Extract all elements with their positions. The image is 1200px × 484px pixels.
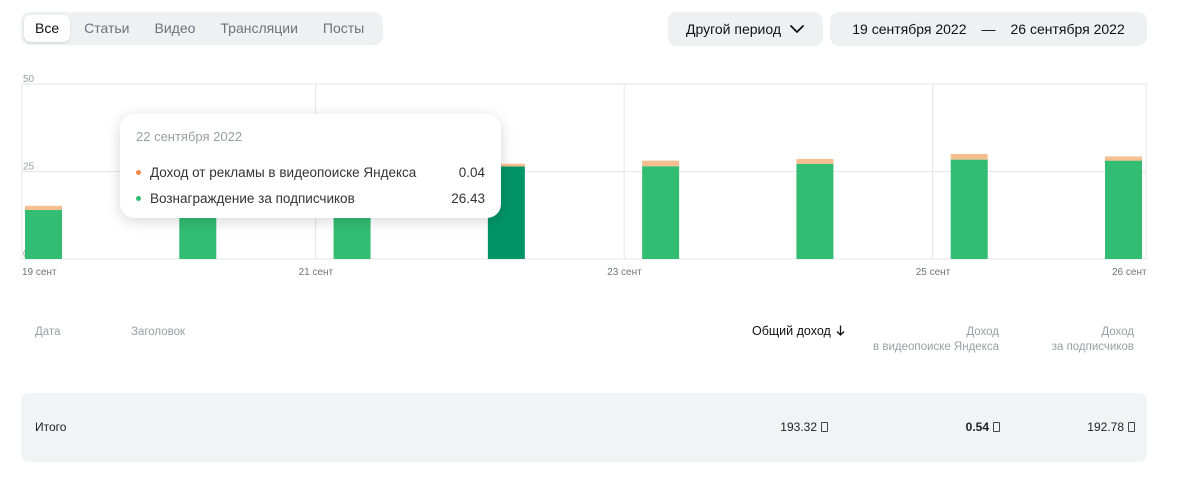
x-tick-label: 21 сент <box>299 267 334 278</box>
total-label: Итого <box>35 420 67 434</box>
x-tick-label: 25 сент <box>916 267 951 278</box>
tab-articles[interactable]: Статьи <box>73 15 140 42</box>
tooltip-subs-value: 26.43 <box>451 190 485 206</box>
x-tick-label: 23 сент <box>607 267 642 278</box>
tooltip-ads-label: Доход от рекламы в видеопоиске Яндекса <box>150 164 417 180</box>
currency-icon <box>993 422 1000 432</box>
y-tick-label: 25 <box>23 162 35 173</box>
bar-subscribers <box>642 166 680 259</box>
total-subs-cell: 192.78 <box>1087 393 1135 462</box>
header-title[interactable]: Заголовок <box>131 325 185 340</box>
header-subs-line2: за подписчиков <box>1051 341 1134 353</box>
arrow-down-icon <box>836 325 845 336</box>
bar-ads <box>796 158 834 164</box>
tooltip-date: 22 сентября 2022 <box>136 129 243 144</box>
date-to: 26 сентября 2022 <box>1010 21 1125 37</box>
bar-ads <box>642 160 680 167</box>
subs-legend-dot <box>136 195 141 201</box>
header-total-label: Общий доход <box>752 324 831 338</box>
period-label: Другой период <box>685 21 782 37</box>
content-type-tabs: Все Статьи Видео Трансляции Посты <box>21 12 383 45</box>
total-ads-value: 0.54 <box>965 420 989 434</box>
tooltip-subs-label: Вознаграждение за подписчиков <box>150 190 355 206</box>
tooltip-row-subs: Вознаграждение за подписчиков 26.43 <box>136 185 485 211</box>
y-tick-label: 50 <box>23 74 35 85</box>
x-tick-label: 26 сент <box>1112 267 1147 278</box>
header-ads-income[interactable]: Доход в видеопоиске Яндекса <box>873 325 999 355</box>
tab-posts[interactable]: Посты <box>312 15 375 42</box>
bar-ads <box>950 154 988 160</box>
header-subs-income[interactable]: Доход за подписчиков <box>1052 325 1134 355</box>
bar-subscribers <box>796 163 834 259</box>
total-subs-value: 192.78 <box>1087 420 1124 434</box>
currency-icon <box>1128 422 1135 432</box>
header-total-income[interactable]: Общий доход <box>752 324 845 339</box>
tooltip-ads-value: 0.04 <box>458 164 485 180</box>
x-tick-label: 19 сент <box>22 267 57 278</box>
bar-ads <box>1105 156 1142 161</box>
tab-streams[interactable]: Трансляции <box>209 15 308 42</box>
period-dropdown[interactable]: Другой период <box>668 12 823 46</box>
bar-subscribers <box>1105 160 1142 259</box>
date-from: 19 сентября 2022 <box>852 21 967 37</box>
chart-tooltip: 22 сентября 2022 Доход от рекламы в виде… <box>120 114 501 218</box>
header-date[interactable]: Дата <box>35 325 60 340</box>
tab-all[interactable]: Все <box>24 15 71 42</box>
tab-videos[interactable]: Видео <box>144 15 207 42</box>
ads-legend-dot <box>136 169 141 175</box>
currency-icon <box>821 422 828 432</box>
header-ads-line2: в видеопоиске Яндекса <box>873 341 999 353</box>
bar-subscribers <box>950 159 988 259</box>
header-subs-line1: Доход <box>1101 326 1134 338</box>
date-separator: — <box>981 21 996 37</box>
bar-subscribers <box>25 210 62 259</box>
total-income-value: 193.32 <box>780 420 817 434</box>
date-range-picker[interactable]: 19 сентября 2022 — 26 сентября 2022 <box>830 12 1147 46</box>
total-income-cell: 193.32 <box>780 393 828 462</box>
bar-ads <box>25 205 62 210</box>
total-ads-cell: 0.54 <box>966 393 1000 462</box>
chevron-down-icon <box>790 25 804 33</box>
header-ads-line1: Доход <box>966 326 999 338</box>
total-row: Итого 193.32 0.54 192.78 <box>21 393 1147 462</box>
tooltip-row-ads: Доход от рекламы в видеопоиске Яндекса 0… <box>136 159 485 185</box>
